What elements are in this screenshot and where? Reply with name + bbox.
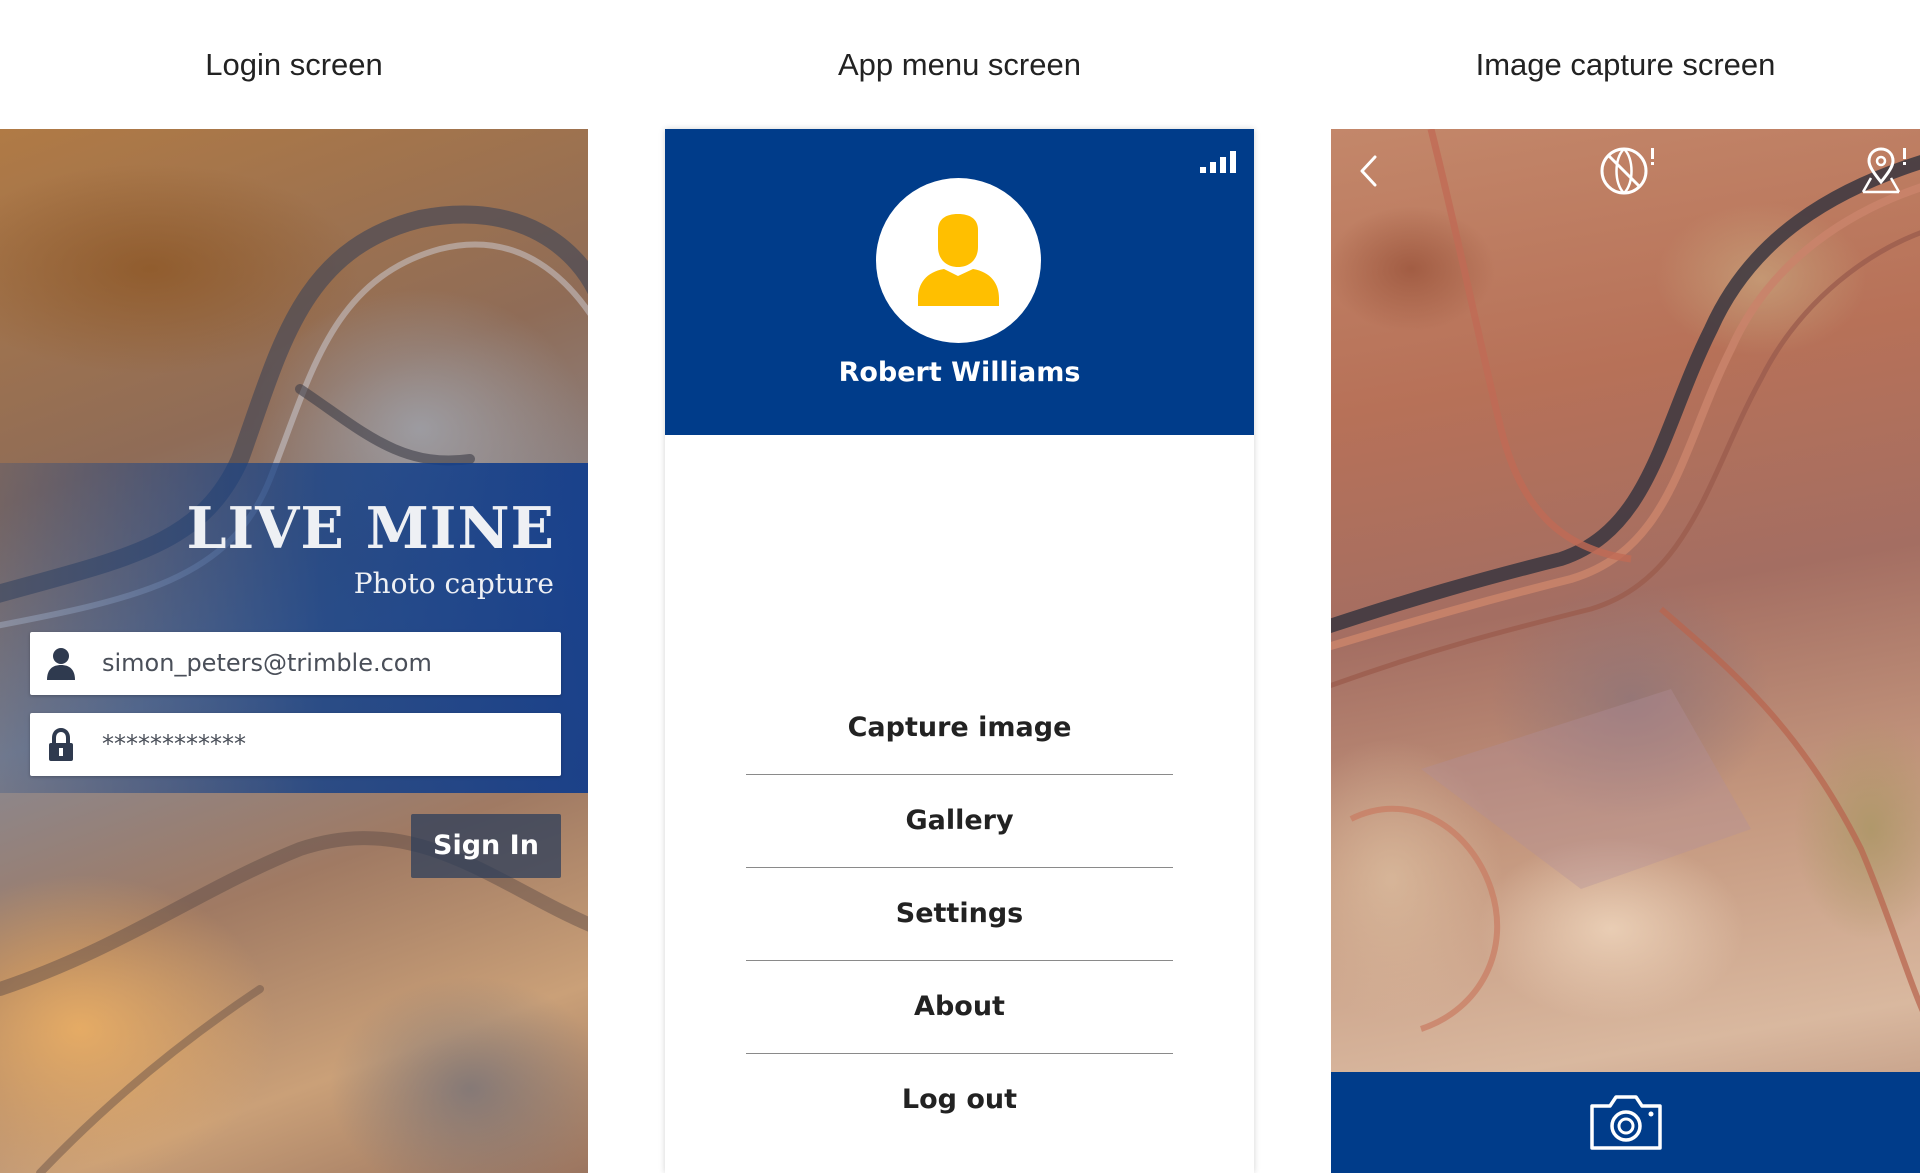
main-menu: Capture image Gallery Settings About Log… [746,682,1173,1146]
menu-item-capture-image[interactable]: Capture image [746,682,1173,775]
caption-login-screen: Login screen [205,47,383,82]
username-field[interactable]: simon_peters@trimble.com [30,632,561,695]
signal-icon [1200,151,1236,173]
menu-item-gallery[interactable]: Gallery [746,775,1173,868]
avatar[interactable] [876,178,1041,343]
camera-icon[interactable] [1588,1094,1664,1151]
caption-image-capture-screen: Image capture screen [1475,47,1776,82]
lock-icon [49,728,73,761]
user-name: Robert Williams [838,357,1081,388]
back-chevron-icon[interactable] [1359,155,1379,187]
username-value: simon_peters@trimble.com [102,649,432,677]
user-icon [47,648,75,680]
app-logo-title: LIVE MINE [186,495,555,562]
profile-header: Robert Williams [665,129,1254,435]
menu-item-log-out[interactable]: Log out [746,1054,1173,1146]
location-warning-icon[interactable] [1861,146,1911,194]
sign-in-button[interactable]: Sign In [411,814,561,878]
gps-warning-icon[interactable] [1599,146,1659,196]
app-menu-screen: Robert Williams Capture image Gallery Se… [665,129,1254,1173]
avatar-icon [918,214,999,306]
caption-app-menu-screen: App menu screen [838,47,1081,82]
aerial-mine-image [1331,129,1920,1032]
password-field[interactable]: ************ [30,713,561,776]
menu-item-about[interactable]: About [746,961,1173,1054]
login-screen: LIVE MINE Photo capture simon_peters@tri… [0,129,588,1173]
image-capture-screen [1331,129,1920,1173]
capture-toolbar [1331,1072,1920,1173]
menu-item-settings[interactable]: Settings [746,868,1173,961]
password-value: ************ [102,730,246,758]
app-logo-subtitle: Photo capture [353,567,554,600]
